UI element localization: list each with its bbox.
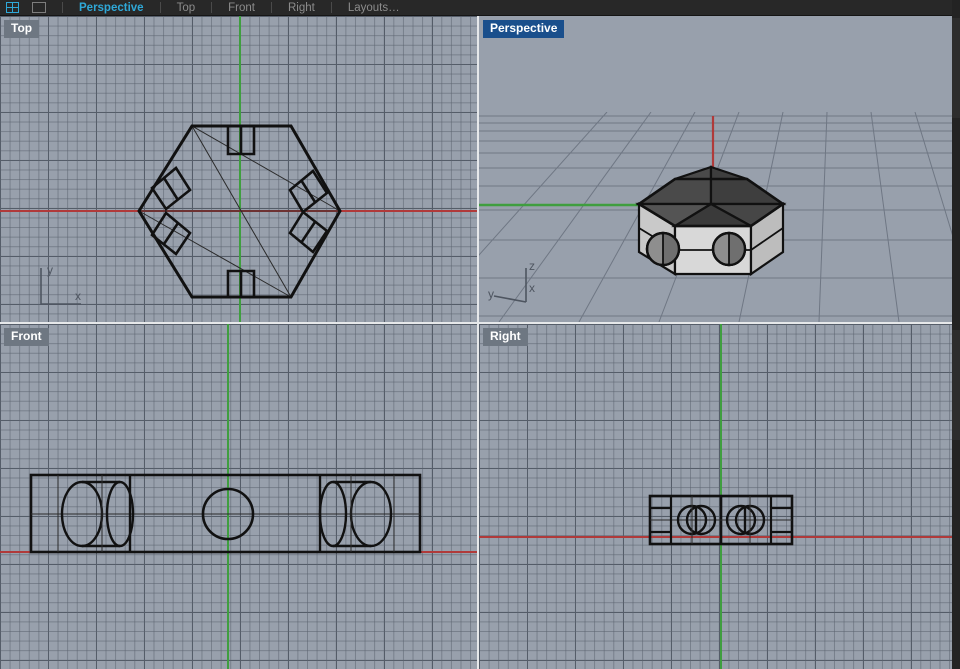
svg-text:y: y [488, 287, 494, 301]
toolbar-divider [270, 2, 272, 13]
toolbar-divider [330, 2, 332, 13]
axis-indicator-perspective: z x y [482, 256, 546, 314]
viewport-front[interactable]: Front z x [0, 324, 477, 669]
viewport-top[interactable]: Top y x [0, 16, 477, 322]
viewport-label-right[interactable]: Right [483, 328, 528, 346]
right-gutter-panel-lower [952, 330, 960, 440]
viewport-label-front[interactable]: Front [4, 328, 49, 346]
tab-top[interactable]: Top [171, 0, 202, 16]
viewport-divider-vertical[interactable] [477, 16, 479, 669]
svg-text:z: z [529, 259, 535, 273]
geometry-right-view [648, 494, 794, 546]
svg-text:x: x [75, 289, 81, 303]
tab-layouts[interactable]: Layouts… [342, 0, 406, 16]
svg-text:y: y [47, 263, 53, 277]
tab-right[interactable]: Right [282, 0, 321, 16]
toolbar-divider [62, 2, 63, 13]
toolbar-divider [211, 2, 213, 13]
toolbar-divider [159, 2, 161, 13]
viewport-right[interactable]: Right z y [479, 324, 952, 669]
grid-perspective [479, 16, 952, 322]
viewport-divider-horizontal[interactable] [0, 322, 952, 324]
viewport-label-top[interactable]: Top [4, 20, 40, 38]
svg-text:x: x [529, 281, 535, 295]
axis-indicator-top: y x [33, 262, 89, 314]
viewport-tab-bar: Perspective Top Front Right Layouts… [0, 0, 960, 16]
viewport-perspective[interactable]: Perspective z x y [479, 16, 952, 322]
viewport-container: Top y x Perspective z x y Front Right [0, 16, 952, 669]
tab-front[interactable]: Front [222, 0, 261, 16]
tab-perspective[interactable]: Perspective [73, 0, 150, 16]
geometry-front-view [29, 473, 422, 554]
single-viewport-layout-icon[interactable] [26, 0, 52, 16]
right-gutter-panel-upper [952, 18, 960, 118]
viewport-label-perspective[interactable]: Perspective [483, 20, 565, 38]
four-viewport-layout-icon[interactable] [0, 0, 26, 16]
